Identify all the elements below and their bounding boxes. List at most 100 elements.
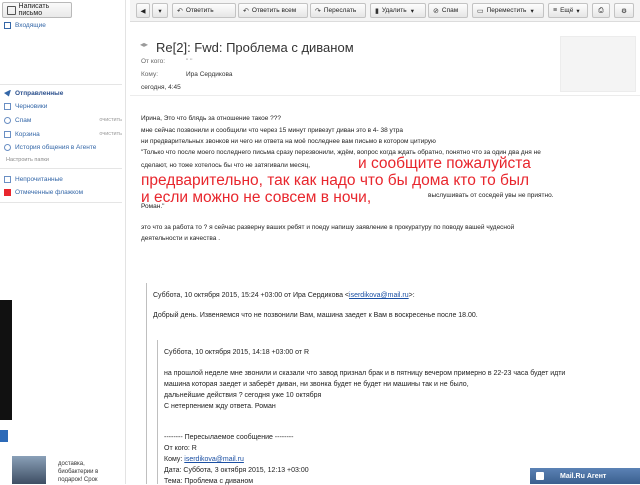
filter-unread[interactable]: Непрочитанные [4, 174, 122, 184]
forward-to-label: Кому: [164, 456, 185, 463]
agent-label: Mail.Ru Агент [560, 472, 607, 480]
gear-icon: ⚙ [621, 7, 627, 15]
clear-trash-link[interactable]: очистить [99, 131, 122, 137]
move-label: Переместить [486, 7, 527, 14]
forward-to: Кому: iserdikova@mail.ru [164, 456, 244, 463]
sidebar-item-label: Спам [15, 116, 32, 124]
red-emphasis-line: предварительно, так как надо что бы дома… [141, 172, 530, 189]
folder-icon: ▭ [477, 7, 484, 15]
filter-flagged[interactable]: Отмеченные флажком [4, 187, 122, 197]
compose-button[interactable]: Написать письмо [2, 2, 72, 18]
chevron-down-icon: ▾ [530, 7, 534, 15]
promo-text[interactable]: доставка, биобактерии в подарок! Срок [58, 460, 118, 484]
divider [130, 95, 640, 96]
spam-icon [4, 116, 11, 124]
spam-button[interactable]: ⊘ Спам [428, 3, 468, 18]
print-icon: ⎙ [598, 6, 604, 14]
from-label: От кого: [141, 58, 166, 65]
sidebar-item-agent-history[interactable]: История общения в Агенте [4, 142, 122, 152]
body-line: ни предварительных звонков ни чего ни от… [141, 138, 436, 145]
more-button[interactable]: ≡ Ещё ▾ [548, 3, 588, 18]
body-line: сделают, но тоже хотелось бы что не затя… [141, 162, 311, 169]
reply-icon: ↶ [177, 7, 183, 15]
email-link[interactable]: iserdikova@mail.ru [349, 292, 409, 299]
forward-title: -------- Пересылаемое сообщение -------- [164, 434, 294, 441]
reply-button[interactable]: ↶ Ответить [172, 3, 236, 18]
sidebar: Написать письмо Входящие Отправленные Че… [0, 0, 126, 484]
promo-image[interactable] [12, 456, 46, 484]
sidebar-item-sent[interactable]: Отправленные [4, 88, 122, 98]
sidebar-item-trash[interactable]: Корзина очистить [4, 129, 122, 139]
reply-label: Ответить [185, 7, 214, 14]
sidebar-item-label: Входящие [15, 21, 46, 29]
toolbar: ◀ ▾ ↶ Ответить ↶ Ответить всем ↷ Переслать … [130, 0, 640, 22]
quote-line: С нетерпением жду ответа. Роман [164, 403, 276, 410]
divider [0, 84, 122, 85]
divider [0, 168, 122, 169]
filter-label: Отмеченные флажком [15, 188, 84, 196]
sent-icon [4, 89, 11, 97]
drafts-icon [4, 102, 11, 110]
menu-icon: ≡ [553, 7, 558, 14]
avatar [560, 36, 636, 92]
chevron-down-icon: ▾ [158, 7, 162, 15]
sidebar-item-spam[interactable]: Спам очистить [4, 115, 122, 125]
ad-link[interactable] [0, 430, 8, 442]
chevron-down-icon: ▾ [576, 7, 580, 15]
sidebar-item-label: Черновики [15, 102, 48, 110]
sidebar-item-inbox[interactable]: Входящие [4, 20, 122, 30]
clock-icon [4, 143, 11, 151]
spacer3 [398, 3, 406, 18]
trash-icon [4, 130, 11, 138]
reply-all-label: Ответить всем [251, 7, 297, 14]
compose-label: Написать письмо [18, 3, 50, 17]
arrow-left-icon: ◀ [140, 7, 146, 15]
body-line: выслушивать от соседей увы не приятно. [428, 192, 554, 199]
clear-spam-link[interactable]: очистить [99, 117, 122, 123]
compose-icon [7, 5, 16, 15]
settings-button[interactable]: ⚙ [614, 3, 634, 18]
more-label: Ещё [560, 7, 574, 14]
reply-all-icon: ↶ [243, 7, 249, 15]
nav-dropdown-button[interactable]: ▾ [152, 3, 168, 18]
back-button[interactable]: ◀ [136, 3, 150, 18]
flag-icon [4, 188, 11, 196]
body-line: Роман." [141, 203, 165, 210]
envelope-icon [4, 175, 11, 183]
reply-all-button[interactable]: ↶ Ответить всем [238, 3, 308, 18]
trash-icon: ▮ [375, 7, 379, 15]
red-emphasis-line: и сообщите пожалуйста [358, 155, 531, 172]
quote-header-end: >: [408, 292, 415, 299]
divider [0, 202, 122, 203]
email-link[interactable]: iserdikova@mail.ru [184, 456, 244, 463]
move-button[interactable]: ▭ Переместить ▾ [472, 3, 544, 18]
ad-banner[interactable] [0, 300, 12, 420]
mail-agent-button[interactable]: Mail.Ru Агент [530, 468, 640, 484]
print-button[interactable]: ⎙ [592, 3, 610, 18]
settings-folders-link[interactable]: Настроить папки [6, 157, 49, 163]
forward-button[interactable]: ↷ Переслать [310, 3, 366, 18]
to-value[interactable]: Ира Сердикова [186, 71, 232, 78]
quote-line: на прошлой неделе мне звонили и сказали … [164, 370, 566, 377]
quote-block: Суббота, 10 октября 2015, 14:18 +03:00 о… [157, 340, 627, 485]
forward-date: Дата: Суббота, 3 октября 2015, 12:13 +03… [164, 467, 309, 474]
spam-label: Спам [441, 7, 459, 14]
from-value[interactable]: " " [186, 58, 192, 65]
sidebar-item-label: Корзина [15, 130, 40, 138]
message-date: сегодня, 4:45 [141, 84, 181, 91]
quote-line: дальнейшие действия ? сегодня уже 10 окт… [164, 392, 322, 399]
sidebar-item-label: Отправленные [15, 89, 64, 97]
expand-arrows-icon[interactable]: ◂▸ [140, 40, 148, 49]
agent-icon [536, 472, 544, 480]
red-emphasis-line: и если можно не совсем в ночи, [141, 189, 372, 206]
message-subject: Re[2]: Fwd: Проблема с диваном [156, 40, 354, 55]
quote-header: Суббота, 10 октября 2015, 14:18 +03:00 о… [164, 349, 310, 356]
chevron-down-icon: ▾ [410, 7, 414, 15]
forward-label: Переслать [323, 7, 357, 14]
forward-from: От кого: R [164, 445, 197, 452]
spam-icon: ⊘ [433, 7, 439, 15]
sidebar-item-drafts[interactable]: Черновики [4, 101, 122, 111]
body-line: деятельности и качества . [141, 235, 221, 242]
body-line: Ирина, Это что блядь за отношение такое … [141, 115, 282, 122]
filter-label: Непрочитанные [15, 175, 63, 183]
